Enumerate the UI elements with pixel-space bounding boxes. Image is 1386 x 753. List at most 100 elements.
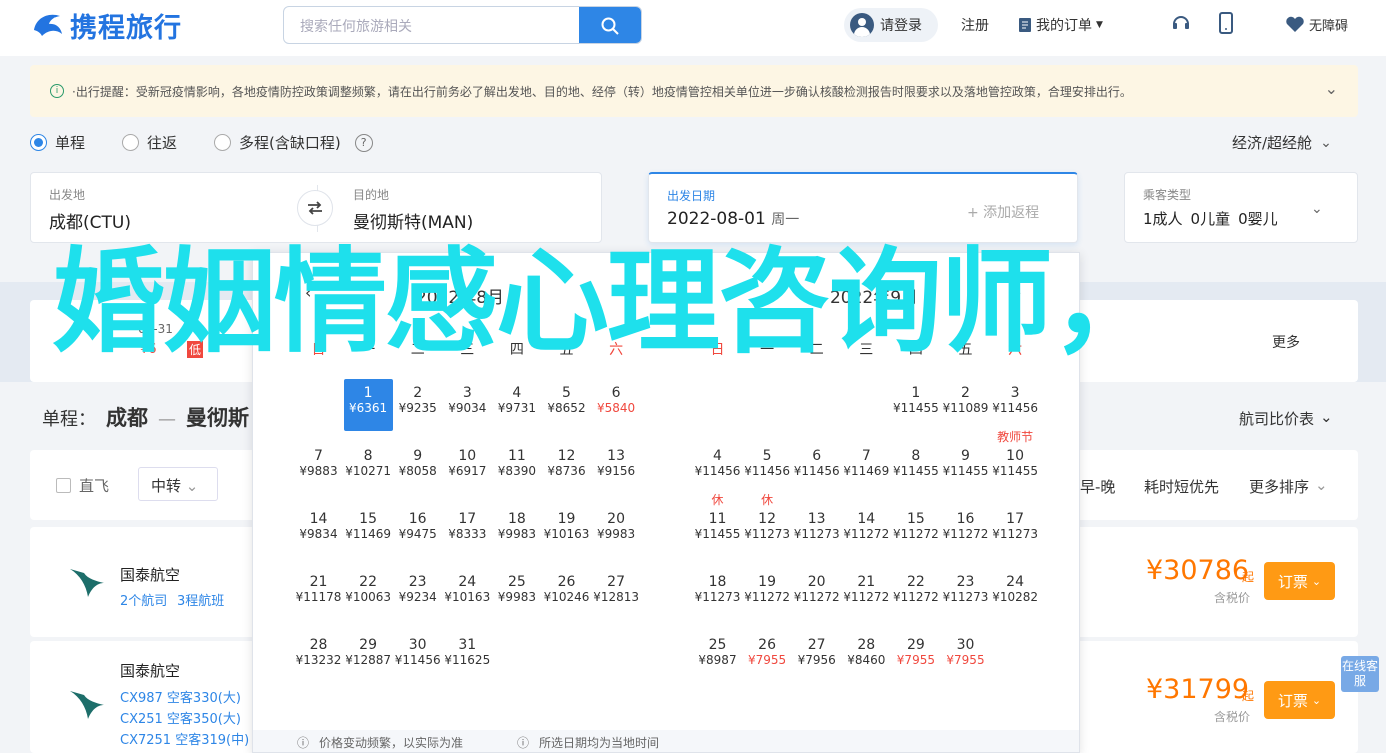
calendar-day[interactable]: 20 ¥9983 [592, 505, 641, 557]
my-orders-menu[interactable]: 我的订单 ▼ [1018, 15, 1103, 35]
calendar-day[interactable]: 2 ¥11089 [941, 379, 990, 431]
register-link[interactable]: 注册 [961, 15, 989, 35]
date-field[interactable]: 2022-08-01 周一 [667, 209, 799, 229]
calendar-day[interactable]: 31 ¥11625 [443, 631, 492, 683]
more-dates-link[interactable]: 更多 [1272, 332, 1300, 352]
customer-service-icon[interactable] [1170, 12, 1192, 34]
calendar-day[interactable]: 14 ¥9834 [294, 505, 343, 557]
book-button[interactable]: 订票 ⌄ [1264, 681, 1335, 719]
calendar-day[interactable]: 2 ¥9235 [393, 379, 442, 431]
calendar-day[interactable]: 3 ¥9034 [443, 379, 492, 431]
calendar-day[interactable]: 30 ¥7955 [941, 631, 990, 683]
calendar-day[interactable]: 22 ¥11272 [891, 568, 940, 620]
calendar-day[interactable]: 19 ¥10163 [542, 505, 591, 557]
online-help-button[interactable]: 在线客服 [1341, 656, 1379, 692]
calendar-day[interactable]: 18 ¥9983 [492, 505, 541, 557]
cabin-class-select[interactable]: 经济/超经舱 ⌄ [1232, 132, 1332, 153]
calendar-day[interactable]: 9 ¥8058 [393, 442, 442, 494]
calendar-day[interactable]: 13 ¥9156 [592, 442, 641, 494]
calendar-day[interactable]: 7 ¥9883 [294, 442, 343, 494]
day-number: 20 [607, 511, 625, 527]
calendar-day[interactable]: 20 ¥11272 [792, 568, 841, 620]
sort-shortest[interactable]: 耗时短优先 [1144, 476, 1219, 497]
from-field[interactable]: 成都(CTU) [49, 208, 131, 233]
flight-number-link[interactable]: CX251 空客350(大) [120, 708, 241, 727]
calendar-day[interactable]: 14 ¥11272 [842, 505, 891, 557]
calendar-day[interactable]: 7 ¥11469 [842, 442, 891, 494]
calendar-day[interactable]: 29 ¥12887 [344, 631, 393, 683]
swap-button[interactable] [297, 190, 333, 226]
passenger-box[interactable]: 乘客类型 1成人 0儿童 0婴儿 ⌄ [1124, 172, 1358, 243]
book-button[interactable]: 订票 ⌄ [1264, 562, 1335, 600]
calendar-day[interactable]: 16 ¥11272 [941, 505, 990, 557]
calendar-day[interactable]: 8 ¥11455 [891, 442, 940, 494]
flight-number-link[interactable]: CX7251 空客319(中) [120, 729, 249, 748]
flight-count-link[interactable]: 3程航班 [177, 590, 224, 609]
calendar-day[interactable]: 8 ¥10271 [344, 442, 393, 494]
calendar-day[interactable]: 1 ¥11455 [891, 379, 940, 431]
calendar-day[interactable]: 6 ¥5840 [592, 379, 641, 431]
calendar-day[interactable]: 15 ¥11469 [344, 505, 393, 557]
to-field[interactable]: 曼彻斯特(MAN) [353, 208, 473, 233]
global-search[interactable]: 搜索任何旅游相关 [283, 6, 642, 44]
airline-compare-link[interactable]: 航司比价表 ⌄ [1239, 408, 1333, 429]
calendar-day[interactable]: 17 ¥8333 [443, 505, 492, 557]
calendar-day[interactable]: 4 ¥11456 [693, 442, 742, 494]
calendar-day[interactable]: 23 ¥11273 [941, 568, 990, 620]
calendar-day[interactable]: 11 ¥11455 休 [693, 493, 742, 557]
search-button[interactable] [579, 7, 641, 43]
calendar-day[interactable]: 24 ¥10282 [991, 568, 1040, 620]
calendar-day[interactable]: 28 ¥8460 [842, 631, 891, 683]
calendar-day[interactable]: 10 ¥6917 [443, 442, 492, 494]
calendar-day[interactable]: 10 ¥11455 教师节 [991, 430, 1040, 494]
ctrip-logo[interactable]: 携程旅行 [30, 6, 182, 45]
calendar-day[interactable]: 1 ¥6361 [343, 379, 393, 431]
transfer-dropdown[interactable]: 中转 ⌄ [138, 467, 218, 501]
direct-only-checkbox[interactable]: 直飞 [56, 475, 109, 496]
calendar-day[interactable]: 11 ¥8390 [492, 442, 541, 494]
trip-multi[interactable]: 多程(含缺口程) ? [214, 132, 373, 153]
help-icon[interactable]: ? [354, 133, 373, 152]
calendar-day[interactable]: 24 ¥10163 [443, 568, 492, 620]
calendar-day[interactable]: 18 ¥11273 [693, 568, 742, 620]
calendar-day[interactable]: 13 ¥11273 [792, 505, 841, 557]
trip-oneway[interactable]: 单程 [30, 132, 85, 153]
trip-roundtrip[interactable]: 往返 [122, 132, 177, 153]
calendar-day[interactable]: 16 ¥9475 [393, 505, 442, 557]
airline-count-link[interactable]: 2个航司 [120, 590, 167, 609]
mobile-app-icon[interactable] [1218, 12, 1234, 34]
flight-number-link[interactable]: CX987 空客330(大) [120, 687, 241, 706]
calendar-day[interactable]: 30 ¥11456 [393, 631, 442, 683]
calendar-day[interactable]: 5 ¥8652 [542, 379, 591, 431]
add-return-button[interactable]: + 添加返程 [967, 202, 1039, 222]
calendar-day[interactable]: 3 ¥11456 [991, 379, 1040, 431]
calendar-day[interactable]: 26 ¥7955 [743, 631, 792, 683]
calendar-day[interactable]: 27 ¥7956 [792, 631, 841, 683]
calendar-day[interactable]: 15 ¥11272 [891, 505, 940, 557]
calendar-day[interactable]: 27 ¥12813 [592, 568, 641, 620]
calendar-day[interactable]: 4 ¥9731 [492, 379, 541, 431]
calendar-day[interactable]: 17 ¥11273 [991, 505, 1040, 557]
calendar-day[interactable]: 29 ¥7955 [891, 631, 940, 683]
calendar-day[interactable]: 21 ¥11178 [294, 568, 343, 620]
calendar-day[interactable]: 6 ¥11456 [792, 442, 841, 494]
accessibility-link[interactable]: 无障碍 [1285, 15, 1348, 34]
calendar-day[interactable]: 5 ¥11456 [743, 442, 792, 494]
calendar-day[interactable]: 28 ¥13232 [294, 631, 343, 683]
sort-early-late[interactable]: 早-晚 [1080, 476, 1115, 497]
more-sort-dropdown[interactable]: 更多排序 ⌄ [1249, 476, 1328, 497]
calendar-day[interactable]: 23 ¥9234 [393, 568, 442, 620]
login-button[interactable]: 请登录 [844, 8, 938, 42]
calendar-day[interactable]: 12 ¥8736 [542, 442, 591, 494]
calendar-day[interactable]: 25 ¥8987 [693, 631, 742, 683]
calendar-day[interactable]: 21 ¥11272 [842, 568, 891, 620]
chevron-down-icon[interactable]: ⌄ [1325, 79, 1338, 98]
calendar-day[interactable]: 19 ¥11272 [743, 568, 792, 620]
calendar-day[interactable]: 9 ¥11455 [941, 442, 990, 494]
calendar-day[interactable]: 26 ¥10246 [542, 568, 591, 620]
calendar-day[interactable]: 25 ¥9983 [492, 568, 541, 620]
calendar-day[interactable]: 22 ¥10063 [344, 568, 393, 620]
search-input[interactable]: 搜索任何旅游相关 [300, 16, 412, 36]
calendar-day[interactable]: 12 ¥11273 休 [743, 493, 792, 557]
date-box[interactable]: 出发日期 2022-08-01 周一 + 添加返程 [648, 172, 1078, 243]
